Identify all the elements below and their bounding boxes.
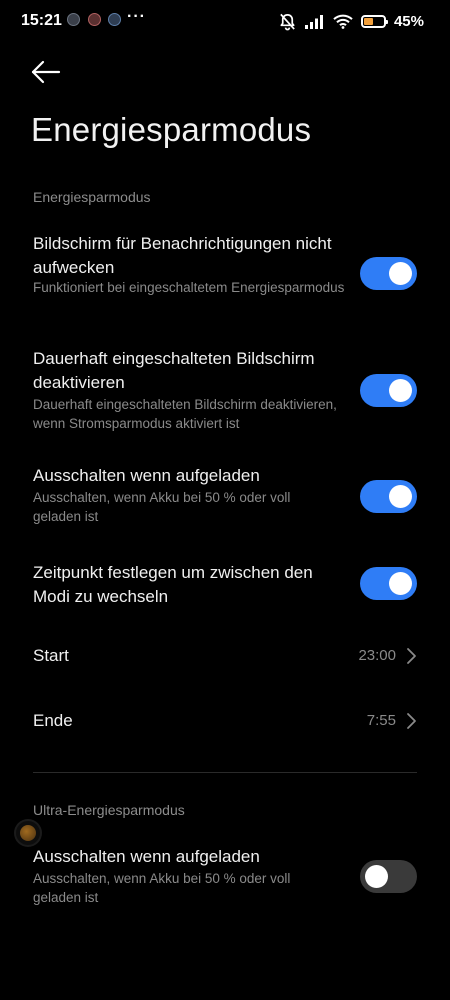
setting-title: Dauerhaft eingeschalteten Bildschirm dea…	[33, 349, 315, 392]
setting-row-turn-off-when-charged[interactable]: Ausschalten wenn aufgeladen Ausschalten,…	[0, 463, 450, 533]
chevron-right-icon	[407, 713, 416, 729]
setting-title: Ende	[33, 711, 73, 730]
setting-subtitle: Ausschalten, wenn Akku bei 50 % oder vol…	[33, 490, 291, 524]
setting-title: Zeitpunkt festlegen um zwischen den Modi…	[33, 563, 313, 606]
page-title: Energiesparmodus	[31, 111, 312, 148]
setting-title: Start	[33, 646, 69, 665]
battery-level-fill	[363, 17, 373, 25]
floating-assistant-button[interactable]	[16, 821, 40, 845]
setting-subtitle: Ausschalten, wenn Akku bei 50 % oder vol…	[33, 871, 291, 905]
signal-icon	[304, 14, 323, 29]
notification-app-icon-3	[108, 13, 121, 26]
toggle-knob	[389, 379, 412, 402]
toggle-switch[interactable]	[360, 374, 417, 407]
notification-app-icon-1	[67, 13, 80, 26]
end-time-value: 7:55	[366, 712, 396, 729]
mute-bell-icon	[280, 13, 295, 30]
setting-subtitle: Funktioniert bei eingeschaltetem Energie…	[33, 280, 345, 295]
setting-title: Ausschalten wenn aufgeladen	[33, 466, 260, 485]
start-time-value: 23:00	[358, 647, 396, 664]
setting-row-ultra-turn-off-when-charged[interactable]: Ausschalten wenn aufgeladen Ausschalten,…	[0, 844, 450, 914]
toggle-switch[interactable]	[360, 480, 417, 513]
section-header-energiesparmodus: Energiesparmodus	[33, 189, 151, 205]
toggle-knob	[389, 262, 412, 285]
setting-row-start-time[interactable]: Start 23:00	[0, 636, 450, 676]
status-bar: 15:21 ··· 45%	[0, 0, 450, 44]
setting-row-end-time[interactable]: Ende 7:55	[0, 701, 450, 741]
toggle-switch[interactable]	[360, 257, 417, 290]
setting-row-schedule-mode-switch[interactable]: Zeitpunkt festlegen um zwischen den Modi…	[0, 561, 450, 611]
wifi-icon	[333, 14, 353, 29]
setting-row-no-wake-for-notifications[interactable]: Bildschirm für Benachrichtigungen nicht …	[0, 230, 450, 322]
toggle-switch[interactable]	[360, 860, 417, 893]
toggle-switch[interactable]	[360, 567, 417, 600]
more-notifications-icon: ···	[127, 8, 146, 25]
battery-icon	[360, 14, 388, 28]
battery-percent: 45%	[393, 12, 424, 30]
section-divider	[33, 772, 417, 773]
toggle-knob	[389, 572, 412, 595]
toggle-knob	[389, 485, 412, 508]
section-header-ultra-energiesparmodus: Ultra-Energiesparmodus	[33, 802, 185, 818]
notification-app-icon-2	[88, 13, 101, 26]
back-arrow-icon[interactable]	[31, 59, 61, 85]
status-time: 15:21	[21, 12, 62, 29]
setting-title: Ausschalten wenn aufgeladen	[33, 847, 260, 866]
setting-title: Bildschirm für Benachrichtigungen nicht …	[33, 234, 332, 277]
chevron-right-icon	[407, 648, 416, 664]
setting-subtitle: Dauerhaft eingeschalteten Bildschirm dea…	[33, 397, 337, 431]
setting-row-disable-always-on-display[interactable]: Dauerhaft eingeschalteten Bildschirm dea…	[0, 347, 450, 439]
toggle-knob	[365, 865, 388, 888]
